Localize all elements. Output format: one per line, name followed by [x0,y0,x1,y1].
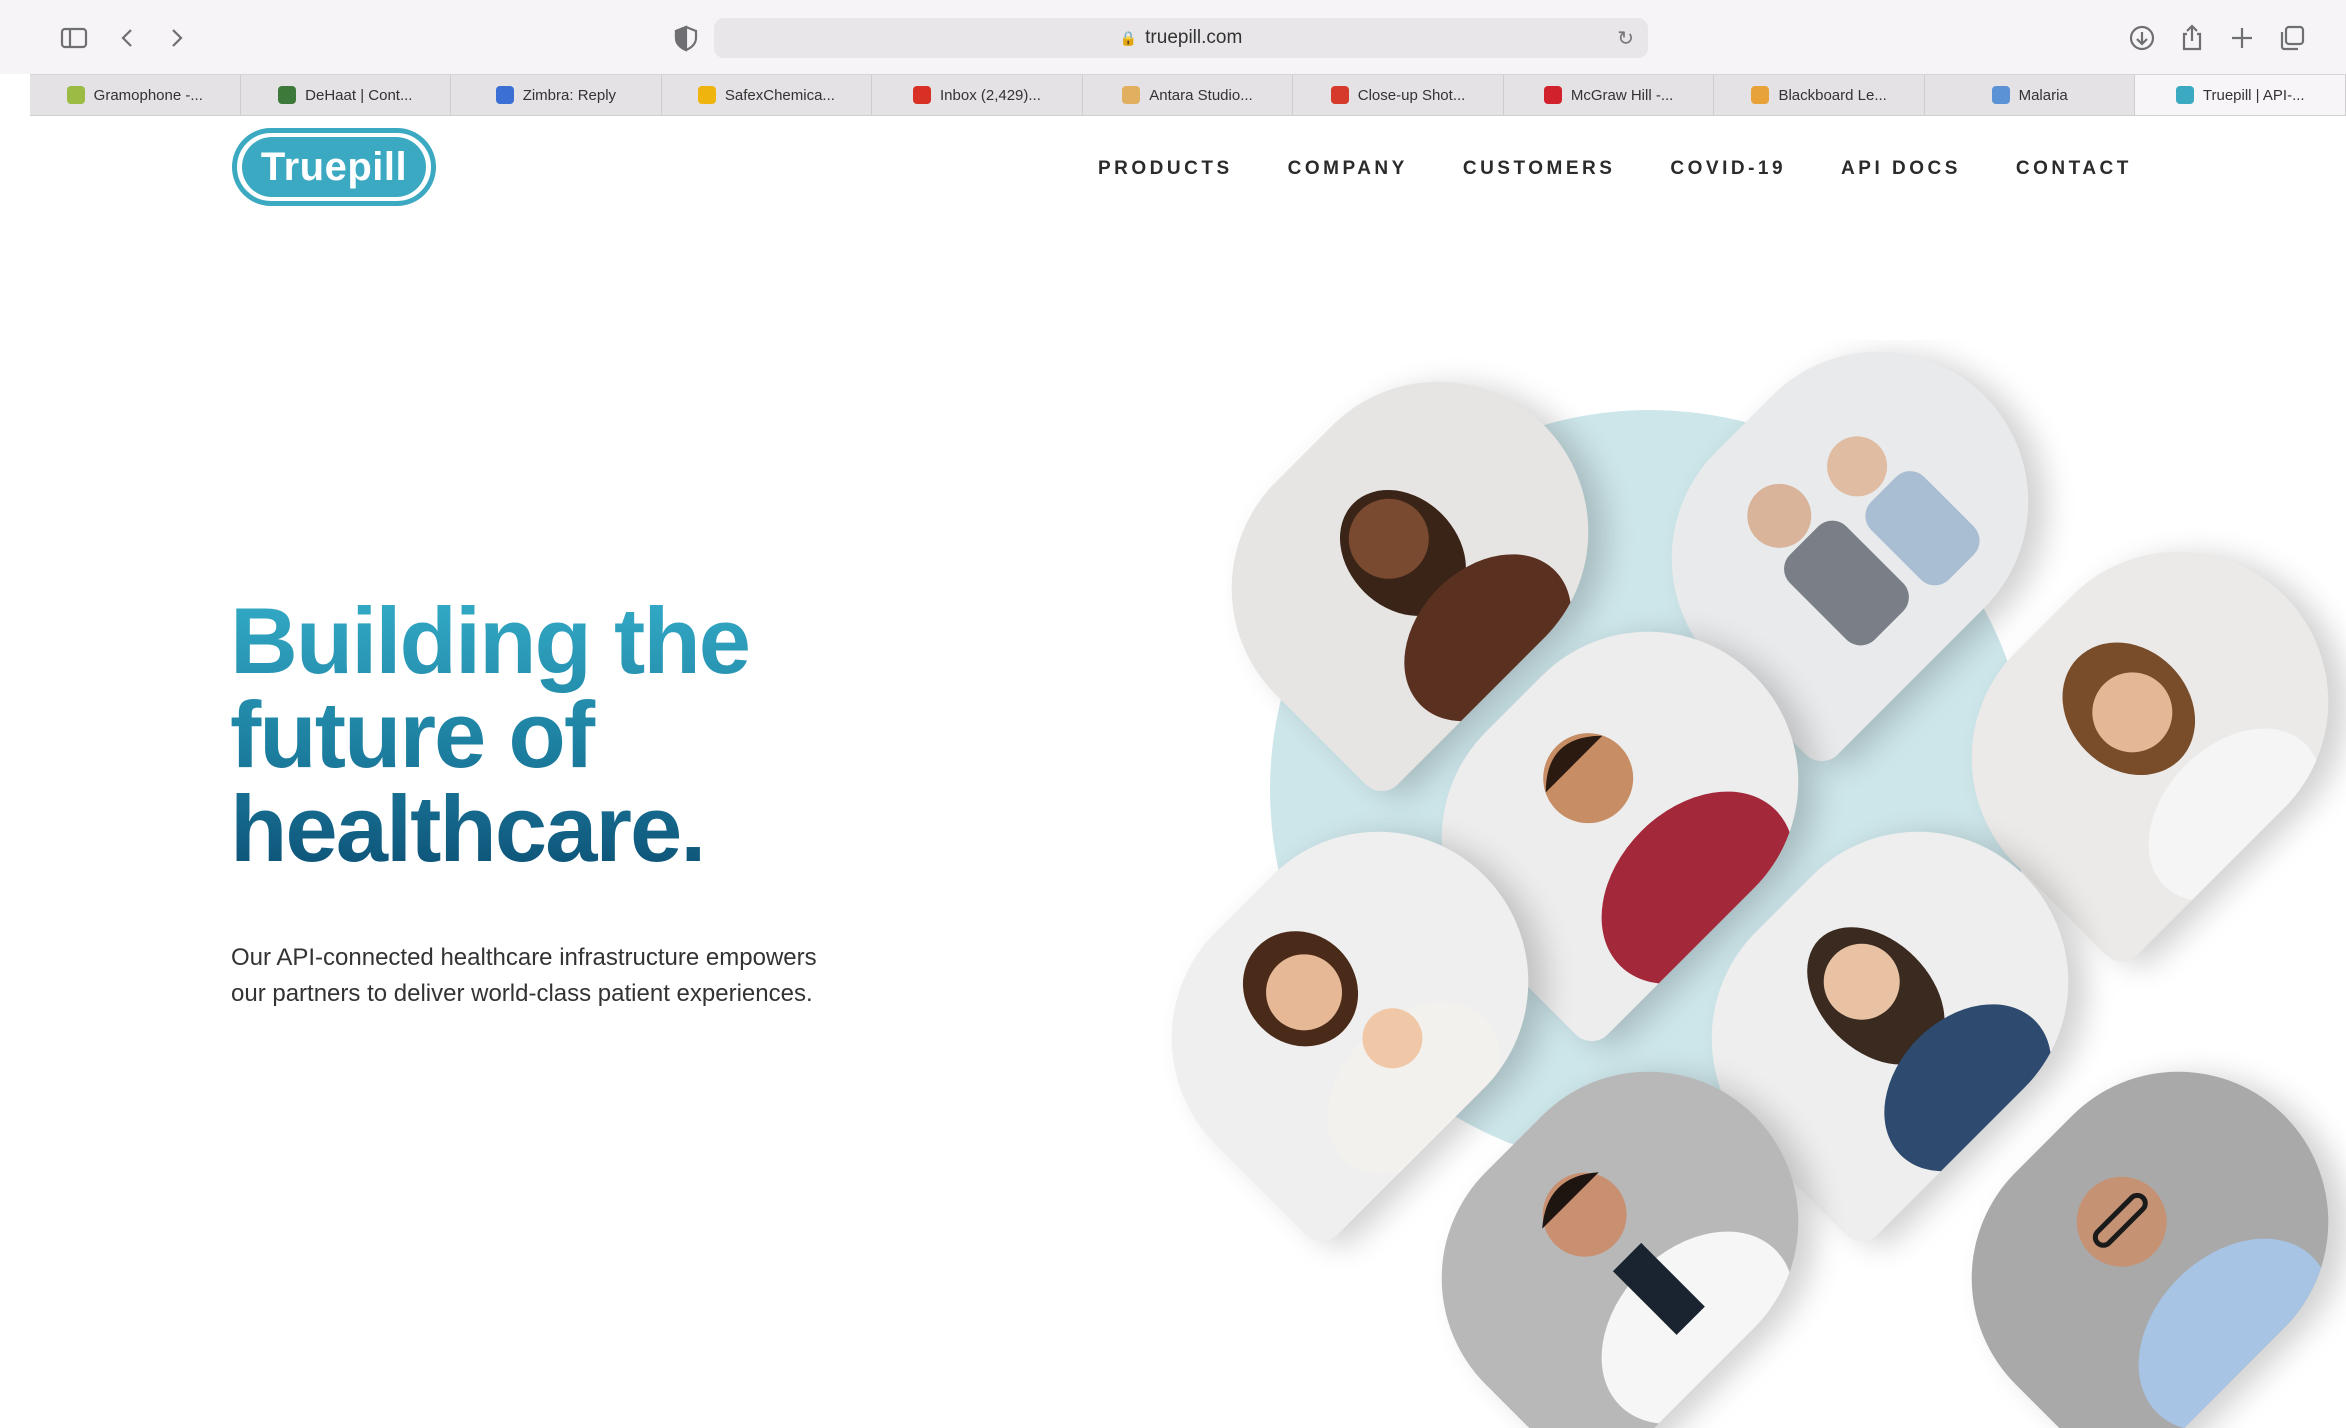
pexels-icon [1330,86,1349,104]
subtext-line-2: our partners to deliver world-class pati… [231,980,813,1007]
browser-tab[interactable]: Truepill | API-... [2135,75,2346,115]
folder-icon [697,86,716,104]
browser-tab-label: Malaria [2018,86,2068,104]
browser-tab-label: Truepill | API-... [2202,86,2305,104]
reload-icon[interactable]: ↻ [1617,26,1634,51]
browser-tab-label: Inbox (2,429)... [940,86,1041,104]
dehaat-icon [278,86,297,104]
browser-tab-label: Antara Studio... [1149,86,1253,104]
blackboard-icon [1751,86,1770,104]
gmail-icon [913,86,931,104]
privacy-shield-icon[interactable] [668,20,704,56]
mcgraw-icon [1543,86,1562,104]
browser-tab[interactable]: SafexChemica... [662,75,873,115]
nav-customers[interactable]: CUSTOMERS [1463,158,1616,180]
browser-tab[interactable]: Antara Studio... [1083,75,1294,115]
nav-products[interactable]: PRODUCTS [1098,158,1233,180]
truepill-icon [2175,86,2194,104]
nav-contact[interactable]: CONTACT [2016,158,2132,180]
browser-tab[interactable]: Close-up Shot... [1293,75,1504,115]
tab-bar: Gramophone -... DeHaat | Cont... Zimbra: R… [30,74,2346,116]
nav-covid-19[interactable]: COVID-19 [1670,158,1786,180]
headline-line-1: Building the [230,588,750,693]
browser-tab[interactable]: Malaria [1925,75,2136,115]
new-tab-icon[interactable] [2224,20,2260,56]
url-text: truepill.com [1145,27,1243,48]
back-icon[interactable] [110,20,146,56]
headline-line-2: future of [230,682,594,787]
browser-tab-label: McGraw Hill -... [1570,86,1674,104]
browser-tab[interactable]: Inbox (2,429)... [872,75,1083,115]
browser-toolbar: 🔒 truepill.com ↻ [0,0,2346,74]
hero-subtext: Our API-connected healthcare infrastruct… [231,940,911,1012]
browser-tab[interactable]: McGraw Hill -... [1504,75,1715,115]
browser-tab[interactable]: Gramophone -... [30,75,241,115]
browser-tab[interactable]: DeHaat | Cont... [241,75,452,115]
browser-tab-label: Gramophone -... [93,86,203,104]
zimbra-icon [495,86,514,104]
lock-icon: 🔒 [1119,29,1138,46]
main-nav: PRODUCTS COMPANY CUSTOMERS COVID-19 API … [1098,158,2187,180]
tab-overview-icon[interactable] [2274,20,2310,56]
forward-icon[interactable] [158,20,194,56]
subtext-line-1: Our API-connected healthcare infrastruct… [231,944,817,971]
who-icon [1991,86,2010,104]
hero-headline: Building the future of healthcare. [230,594,749,876]
browser-tab[interactable]: Zimbra: Reply [451,75,662,115]
browser-tab-label: DeHaat | Cont... [305,86,413,104]
browser-tab[interactable]: Blackboard Le... [1714,75,1925,115]
browser-tab-label: Close-up Shot... [1357,86,1466,104]
leaf-icon [66,86,85,104]
downloads-icon[interactable] [2124,20,2160,56]
headline-line-3: healthcare. [230,776,705,881]
browser-tab-label: SafexChemica... [724,86,835,104]
hero-collage [1100,340,2346,1428]
logo-text: Truepill [260,144,408,189]
browser-tab-label: Blackboard Le... [1778,86,1887,104]
truepill-logo[interactable]: Truepill [232,128,436,206]
browser-tab-label: Zimbra: Reply [522,86,617,104]
share-icon[interactable] [2174,20,2210,56]
sidebar-toggle-icon[interactable] [56,20,92,56]
nav-api-docs[interactable]: API DOCS [1841,158,1961,180]
sun-icon [1122,86,1141,104]
nav-company[interactable]: COMPANY [1288,158,1408,180]
address-bar[interactable]: 🔒 truepill.com ↻ [714,18,1648,58]
